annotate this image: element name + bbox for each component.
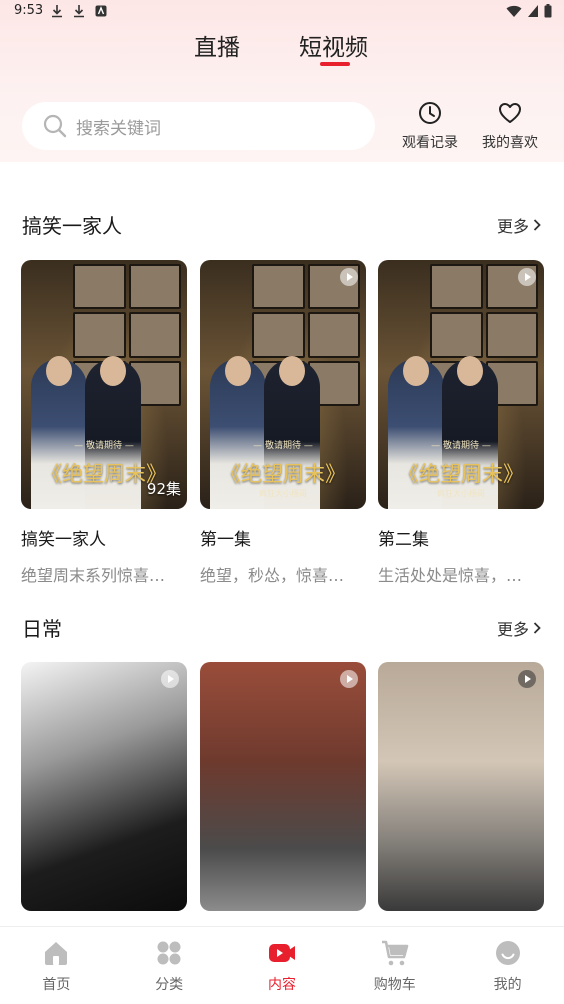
wifi-icon — [506, 5, 522, 17]
video-card[interactable]: — 敬请期待 — 《绝望周末》 92集 搞笑一家人 绝望周末系列惊喜… — [21, 260, 187, 586]
person-head — [46, 356, 72, 386]
active-tab-indicator — [320, 62, 350, 66]
video-thumbnail[interactable]: — 敬请期待 — 《绝望周末》 疯狂大小杨哥 — [200, 260, 366, 509]
tab-short-video[interactable]: 短视频 — [299, 28, 368, 62]
play-icon — [340, 670, 358, 688]
nav-item-profile[interactable]: 我的 — [451, 927, 564, 1004]
status-system-icons — [506, 4, 552, 18]
my-favorites-button[interactable]: 我的喜欢 — [478, 100, 542, 152]
thumbnail-subtitle: — 敬请期待 — — [74, 441, 134, 451]
video-thumbnail[interactable]: — 敬请期待 — 《绝望周末》 92集 — [21, 260, 187, 509]
top-tabs: 直播 短视频 — [0, 28, 564, 68]
more-label: 更多 — [496, 620, 529, 639]
chevron-right-icon — [533, 622, 541, 634]
profile-icon — [495, 941, 520, 965]
card-title: 第二集 — [378, 530, 429, 550]
section-title: 日常 — [22, 617, 62, 641]
nav-label: 购物车 — [373, 977, 416, 993]
search-icon — [43, 114, 67, 138]
thumbnail-footer: 疯狂大小杨哥 — [437, 489, 485, 498]
more-label: 更多 — [496, 217, 529, 236]
home-icon — [45, 942, 68, 965]
video-content-icon — [268, 944, 295, 962]
battery-icon — [544, 4, 552, 18]
thumbnail-title: 《绝望周末》 — [220, 462, 346, 486]
cart-icon — [381, 940, 409, 966]
video-thumbnail[interactable] — [378, 662, 544, 911]
nav-item-home[interactable]: 首页 — [0, 927, 113, 1004]
card-title: 第一集 — [200, 530, 251, 550]
nav-label: 我的 — [493, 977, 522, 993]
status-time: 9:53 — [14, 3, 44, 18]
episode-count-badge: 92集 — [146, 480, 181, 498]
my-favorites-label: 我的喜欢 — [482, 135, 538, 151]
watch-history-button[interactable]: 观看记录 — [398, 100, 462, 152]
bottom-navigation: 首页 分类 内容 购物车 我的 — [0, 926, 564, 1004]
nav-item-cart[interactable]: 购物车 — [338, 927, 451, 1004]
person-head — [403, 356, 429, 386]
person-head — [225, 356, 251, 386]
video-card[interactable] — [378, 662, 544, 911]
clock-icon — [419, 102, 441, 124]
category-icon — [157, 941, 181, 965]
play-icon — [161, 670, 179, 688]
search-bar[interactable]: 搜索关键词 — [22, 102, 375, 150]
section-more-link[interactable]: 更多 — [497, 213, 542, 237]
play-icon — [340, 268, 358, 286]
video-card[interactable] — [21, 662, 187, 911]
thumbnail-subtitle: — 敬请期待 — — [253, 441, 313, 451]
card-description: 绝望，秒怂，惊喜… — [200, 566, 345, 585]
heart-icon — [499, 103, 521, 123]
thumbnail-footer: 疯狂大小杨哥 — [259, 489, 307, 498]
card-description: 生活处处是惊喜，… — [378, 566, 523, 585]
status-bar: 9:53 — [0, 0, 564, 24]
nav-label: 分类 — [155, 977, 184, 993]
thumbnail-subtitle: — 敬请期待 — — [431, 441, 491, 451]
nav-label: 首页 — [42, 977, 71, 993]
person-head — [279, 356, 305, 386]
nav-label: 内容 — [267, 977, 296, 993]
video-thumbnail[interactable]: — 敬请期待 — 《绝望周末》 疯狂大小杨哥 — [378, 260, 544, 509]
app-notification-icon — [95, 5, 107, 17]
tab-live[interactable]: 直播 — [194, 28, 240, 62]
nav-item-category[interactable]: 分类 — [113, 927, 226, 1004]
card-description: 绝望周末系列惊喜… — [21, 566, 166, 585]
chevron-right-icon — [533, 219, 541, 231]
play-icon — [518, 670, 536, 688]
search-placeholder: 搜索关键词 — [76, 118, 161, 139]
person-head — [100, 356, 126, 386]
download-icon — [52, 5, 62, 18]
download-icon — [74, 5, 84, 18]
status-notification-icons — [50, 4, 108, 18]
nav-item-content[interactable]: 内容 — [226, 927, 339, 1004]
section-more-link[interactable]: 更多 — [497, 616, 542, 640]
signal-icon — [528, 5, 538, 17]
card-title: 搞笑一家人 — [21, 530, 106, 550]
video-card[interactable]: — 敬请期待 — 《绝望周末》 疯狂大小杨哥 第一集 绝望，秒怂，惊喜… — [200, 260, 366, 586]
person-head — [457, 356, 483, 386]
thumbnail-title: 《绝望周末》 — [398, 462, 524, 486]
play-icon — [518, 268, 536, 286]
video-card[interactable]: — 敬请期待 — 《绝望周末》 疯狂大小杨哥 第二集 生活处处是惊喜，… — [378, 260, 544, 586]
section-title: 搞笑一家人 — [22, 214, 122, 238]
video-thumbnail[interactable] — [21, 662, 187, 911]
video-thumbnail[interactable] — [200, 662, 366, 911]
watch-history-label: 观看记录 — [402, 135, 458, 151]
video-card[interactable] — [200, 662, 366, 911]
